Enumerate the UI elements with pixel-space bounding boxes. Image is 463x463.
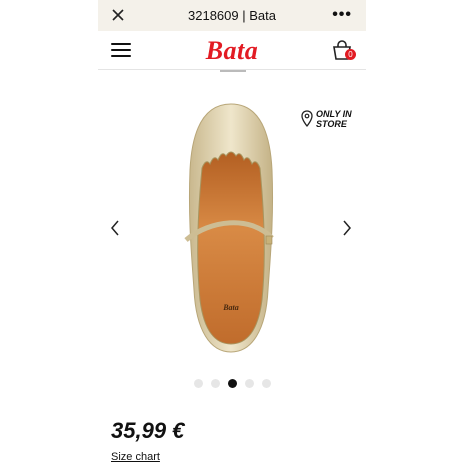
location-pin-icon: [301, 110, 313, 128]
size-chart-link[interactable]: Size chart: [111, 451, 160, 463]
carousel-dots: [194, 379, 271, 388]
svg-text:Bata: Bata: [222, 303, 239, 312]
availability-label: ONLY IN STORE: [316, 109, 352, 129]
more-icon[interactable]: •••: [332, 6, 352, 24]
product-price: 35,99 €: [111, 418, 185, 443]
site-header: Bata 0: [98, 31, 366, 70]
carousel-dot[interactable]: [211, 379, 220, 388]
carousel-dot[interactable]: [245, 379, 254, 388]
phone-screen: 3218609 | Bata ••• Bata 0 ONLY IN STORE: [98, 0, 366, 463]
cart-count-badge: 0: [345, 49, 356, 60]
browser-title: 3218609 | Bata: [188, 8, 276, 23]
carousel-dot-active[interactable]: [228, 379, 237, 388]
product-image: Bata: [184, 103, 274, 353]
chevron-left-icon[interactable]: [110, 220, 120, 236]
browser-bar: 3218609 | Bata •••: [98, 0, 366, 31]
carousel-dot[interactable]: [194, 379, 203, 388]
header-indicator: [220, 70, 246, 72]
chevron-right-icon[interactable]: [342, 220, 352, 236]
bata-logo[interactable]: Bata: [98, 36, 366, 66]
carousel-dot[interactable]: [262, 379, 271, 388]
